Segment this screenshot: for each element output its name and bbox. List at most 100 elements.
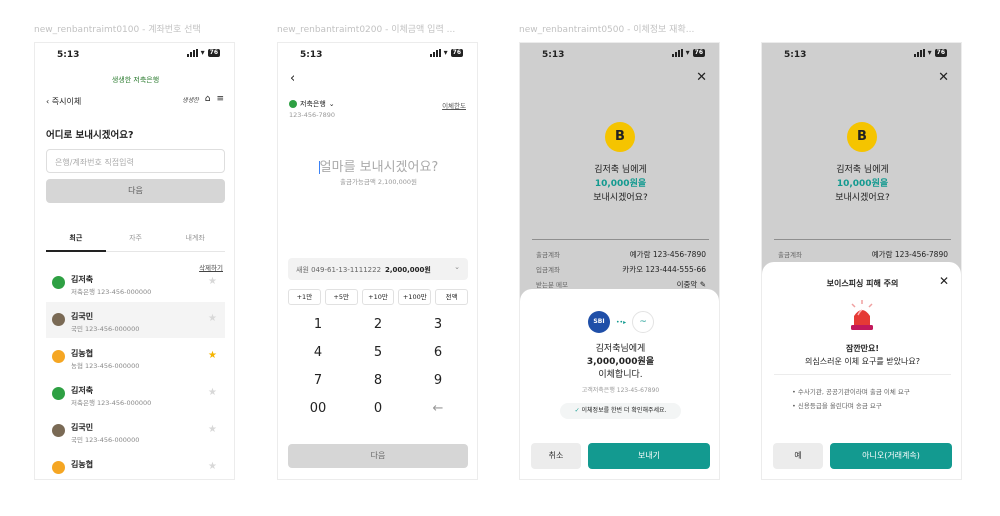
amount-prompt[interactable]: 얼마를 보내시겠어요? bbox=[278, 156, 477, 175]
back-button[interactable]: ‹ 즉시이체 bbox=[46, 96, 81, 107]
star-icon[interactable]: ★ bbox=[208, 313, 217, 324]
star-icon[interactable]: ★ bbox=[208, 461, 217, 472]
close-icon[interactable]: ✕ bbox=[938, 70, 949, 85]
frame-title-2: new_renbantraimt0200 - 이체금액 입력 ... bbox=[277, 25, 456, 35]
no-continue-button[interactable]: 아니오(거래계속) bbox=[830, 443, 952, 469]
bank-logo-icon bbox=[52, 461, 65, 474]
status-bar: 5:13 ▾ 76 bbox=[762, 43, 961, 67]
status-indicators: ▾ 76 bbox=[671, 48, 705, 57]
screen-phishing-warning: 5:13 ▾ 76 ✕ B 김저축 님에게 10,000원을 보내시겠어요? 출… bbox=[761, 42, 962, 480]
chip-all[interactable]: 전액 bbox=[435, 289, 468, 305]
keypad-key[interactable]: 8 bbox=[348, 371, 408, 391]
status-time: 5:13 bbox=[784, 50, 807, 60]
star-icon[interactable]: ★ bbox=[208, 276, 217, 287]
tab-my-account[interactable]: 내계좌 bbox=[165, 233, 225, 251]
keypad-key[interactable]: 0 bbox=[348, 399, 408, 419]
list-item[interactable]: 김국민 국민 123-456-000000 ★ bbox=[46, 413, 225, 449]
transfer-summary: 김저축 님에게 10,000원을 보내시겠어요? bbox=[762, 163, 961, 205]
bank-logo-icon bbox=[289, 100, 297, 108]
list-item[interactable]: 김농협 ★ bbox=[46, 450, 225, 479]
next-button[interactable]: 다음 bbox=[46, 179, 225, 203]
sheet-subtext: 고객저축은행 123-45-67890 bbox=[581, 387, 660, 394]
status-time: 5:13 bbox=[57, 50, 80, 60]
info-value: 카카오 123-444-555-66 bbox=[622, 265, 706, 274]
list-item[interactable]: 김저축 저축은행 123-456-000000 ★ bbox=[46, 265, 225, 301]
bank-logo-icon: B bbox=[847, 122, 877, 152]
confirm-sheet: SBI ••▸ ~ 김저축님에게 3,000,000원을 이체합니다. 고객저축… bbox=[520, 289, 719, 479]
quick-amount-chips: +1만 +5만 +10만 +100만 전액 bbox=[288, 289, 468, 305]
status-indicators: ▾ 76 bbox=[913, 49, 947, 57]
keypad-key[interactable]: 00 bbox=[288, 399, 348, 419]
star-icon[interactable]: ★ bbox=[208, 424, 217, 435]
list-item[interactable]: 김국민 국민 123-456-000000 ★ bbox=[46, 302, 225, 338]
screen-amount-input: 5:13 ▾ 76 ‹ 저축은행 ⌄ 123-456-7890 이체한도 얼마를… bbox=[277, 42, 478, 480]
send-button[interactable]: 보내기 bbox=[588, 443, 710, 469]
source-account-select[interactable]: 새원 049-61-13-1111222 2,000,000원 ⌄ bbox=[288, 258, 468, 280]
home-icon[interactable]: ⌂ bbox=[205, 94, 211, 104]
keypad-key[interactable]: 4 bbox=[288, 343, 348, 363]
confirm-note-text: 이체정보를 한번 더 확인해주세요. bbox=[581, 407, 667, 414]
chip-100k[interactable]: +10만 bbox=[361, 289, 395, 305]
keypad-key[interactable]: 2 bbox=[348, 315, 408, 335]
close-icon[interactable]: ✕ bbox=[696, 70, 707, 85]
signal-icon bbox=[671, 49, 683, 57]
next-button[interactable]: 다음 bbox=[288, 444, 468, 468]
sbi-logo-icon: SBI bbox=[588, 311, 610, 333]
keypad-key[interactable]: 7 bbox=[288, 371, 348, 391]
keypad-key[interactable]: 5 bbox=[348, 343, 408, 363]
status-bar: 5:13 ▾ 76 bbox=[278, 43, 477, 67]
close-icon[interactable]: ✕ bbox=[939, 274, 949, 288]
info-key: 출금계좌 bbox=[536, 251, 560, 259]
tab-recent[interactable]: 최근 bbox=[46, 233, 106, 252]
chip-10k[interactable]: +1만 bbox=[288, 289, 321, 305]
keypad-key[interactable]: 3 bbox=[408, 315, 468, 335]
backspace-key[interactable]: ← bbox=[408, 399, 468, 419]
info-key: 입금계좌 bbox=[536, 266, 560, 274]
bank-logo-icon bbox=[52, 424, 65, 437]
info-row-from: 출금계좌 예가람 123-456-7890 bbox=[778, 249, 948, 259]
search-input[interactable]: 은행/계좌번호 직접입력 bbox=[46, 149, 225, 173]
transfer-summary: 김저축 님에게 10,000원을 보내시겠어요? bbox=[520, 163, 719, 205]
number-keypad: 1 2 3 4 5 6 7 8 9 00 0 ← bbox=[288, 315, 468, 419]
header-actions: 생생한 ⌂ ≡ bbox=[182, 94, 224, 104]
star-icon[interactable]: ★ bbox=[208, 350, 217, 361]
bullet-text: 수사기관, 공공기관이라며 출금 이체 요구 bbox=[797, 388, 910, 396]
recipient-bank-icon: ~ bbox=[632, 311, 655, 333]
bank-selector[interactable]: 저축은행 ⌄ bbox=[289, 99, 335, 109]
wifi-icon: ▾ bbox=[685, 48, 690, 57]
source-amount: 2,000,000원 bbox=[385, 266, 431, 274]
info-key: 출금계좌 bbox=[778, 251, 802, 259]
status-indicators: ▾ 76 bbox=[186, 48, 220, 57]
bank-logo-icon bbox=[52, 387, 65, 400]
info-key: 받는분 메모 bbox=[536, 281, 568, 289]
page-title: 어디로 보내시겠어요? bbox=[46, 130, 134, 141]
screen-account-select: 5:13 ▾ 76 생생한 저축은행 ‹ 즉시이체 생생한 ⌂ ≡ 어디로 보내… bbox=[34, 42, 235, 480]
list-item[interactable]: 김농협 농협 123-456-000000 ★ bbox=[46, 339, 225, 375]
chip-1m[interactable]: +100만 bbox=[398, 289, 432, 305]
source-account: 새원 049-61-13-1111222 bbox=[296, 266, 382, 274]
keypad-key[interactable]: 9 bbox=[408, 371, 468, 391]
menu-icon[interactable]: ≡ bbox=[216, 94, 224, 104]
bank-name: 저축은행 bbox=[300, 100, 326, 108]
bullet-text: 신용등급을 올린다며 송금 요구 bbox=[797, 402, 882, 410]
limit-link[interactable]: 이체한도 bbox=[442, 100, 466, 110]
phishing-warning-sheet: 보이스피싱 피해 주의 ✕ 잠깐만요! 의심스러운 이체 요구를 받았나요? •… bbox=[762, 262, 961, 479]
question-line: 보내시겠어요? bbox=[593, 193, 648, 203]
question-line: 보내시겠어요? bbox=[835, 193, 890, 203]
account-number: 123-456-7890 bbox=[289, 111, 336, 119]
wifi-icon: ▾ bbox=[200, 48, 205, 57]
star-icon[interactable]: ★ bbox=[208, 387, 217, 398]
recipient-account: 저축은행 123-456-000000 bbox=[71, 288, 152, 296]
info-value: 예가람 123-456-7890 bbox=[871, 250, 948, 259]
info-value: 예가람 123-456-7890 bbox=[629, 250, 706, 259]
keypad-key[interactable]: 1 bbox=[288, 315, 348, 335]
chip-50k[interactable]: +5만 bbox=[324, 289, 358, 305]
cancel-button[interactable]: 취소 bbox=[531, 443, 581, 469]
keypad-key[interactable]: 6 bbox=[408, 343, 468, 363]
back-arrow-icon[interactable]: ‹ bbox=[290, 71, 295, 86]
yes-button[interactable]: 예 bbox=[773, 443, 823, 469]
tab-frequent[interactable]: 자주 bbox=[106, 233, 166, 251]
battery-icon: 76 bbox=[450, 49, 463, 57]
list-item[interactable]: 김저축 저축은행 123-456-000000 ★ bbox=[46, 376, 225, 412]
battery-icon: 76 bbox=[692, 49, 705, 57]
